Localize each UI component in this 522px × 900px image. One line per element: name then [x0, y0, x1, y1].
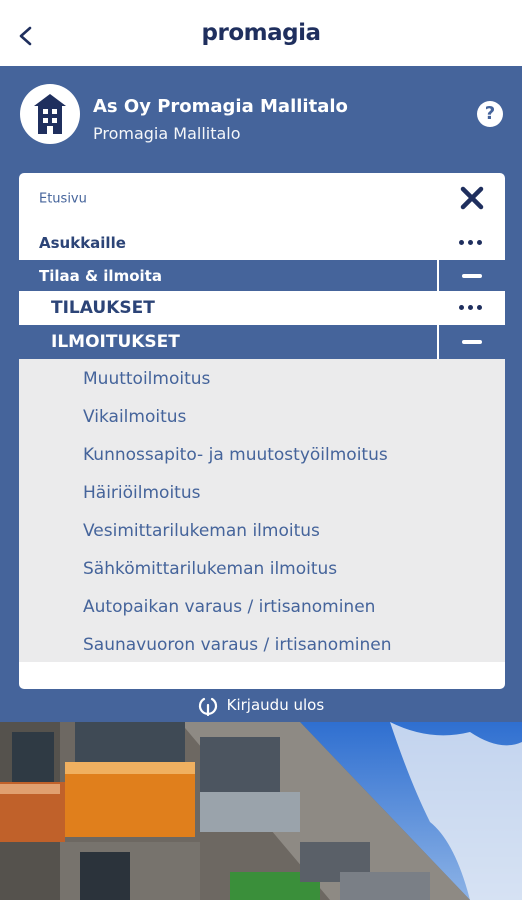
- organization-subtitle: Promagia Mallitalo: [93, 124, 241, 143]
- more-icon[interactable]: [459, 305, 483, 311]
- menu-item-asukkaille[interactable]: Asukkaille: [19, 225, 505, 260]
- menu-item-etusivu[interactable]: Etusivu: [19, 173, 505, 225]
- menu-item-ilmoitukset[interactable]: ILMOITUKSET: [19, 325, 505, 359]
- submenu-item[interactable]: Vesimittarilukeman ilmoitus: [83, 521, 320, 541]
- submenu-item[interactable]: Muuttoilmoitus: [83, 369, 210, 389]
- menu-item-label: Etusivu: [39, 191, 87, 207]
- collapse-icon[interactable]: [437, 325, 505, 359]
- submenu-item[interactable]: Vikailmoitus: [83, 407, 186, 427]
- submenu-item[interactable]: Saunavuoron varaus / irtisanominen: [83, 635, 392, 655]
- menu-item-label: Asukkaille: [39, 233, 126, 252]
- logout-button[interactable]: Kirjaudu ulos: [0, 694, 522, 716]
- submenu-list: Muuttoilmoitus Vikailmoitus Kunnossapito…: [19, 359, 505, 662]
- navigation-menu: Etusivu Asukkaille Tilaa & ilmoita TILAU…: [19, 173, 505, 689]
- building-icon: [34, 94, 66, 134]
- submenu-item[interactable]: Häiriöilmoitus: [83, 483, 200, 503]
- menu-item-tilaa-ilmoita[interactable]: Tilaa & ilmoita: [19, 260, 505, 291]
- collapse-icon[interactable]: [437, 260, 505, 291]
- close-icon: [460, 186, 484, 210]
- organization-name: As Oy Promagia Mallitalo: [93, 96, 348, 117]
- menu-item-tilaukset[interactable]: TILAUKSET: [19, 291, 505, 325]
- top-bar: promagia: [0, 0, 522, 66]
- submenu-item[interactable]: Autopaikan varaus / irtisanominen: [83, 597, 375, 617]
- power-icon: [198, 697, 217, 716]
- submenu-item[interactable]: Kunnossapito- ja muutostyöilmoitus: [83, 445, 388, 465]
- more-icon[interactable]: [459, 239, 483, 246]
- menu-item-label: Tilaa & ilmoita: [39, 266, 162, 285]
- close-menu-button[interactable]: [459, 185, 485, 211]
- help-button[interactable]: ?: [477, 101, 503, 127]
- menu-item-label: TILAUKSET: [51, 298, 155, 318]
- building-photo: [0, 722, 522, 900]
- avatar: [20, 84, 80, 144]
- submenu-item[interactable]: Sähkömittarilukeman ilmoitus: [83, 559, 337, 579]
- brand-logo: promagia: [201, 20, 321, 46]
- logout-label: Kirjaudu ulos: [226, 696, 325, 714]
- menu-item-label: ILMOITUKSET: [51, 332, 180, 352]
